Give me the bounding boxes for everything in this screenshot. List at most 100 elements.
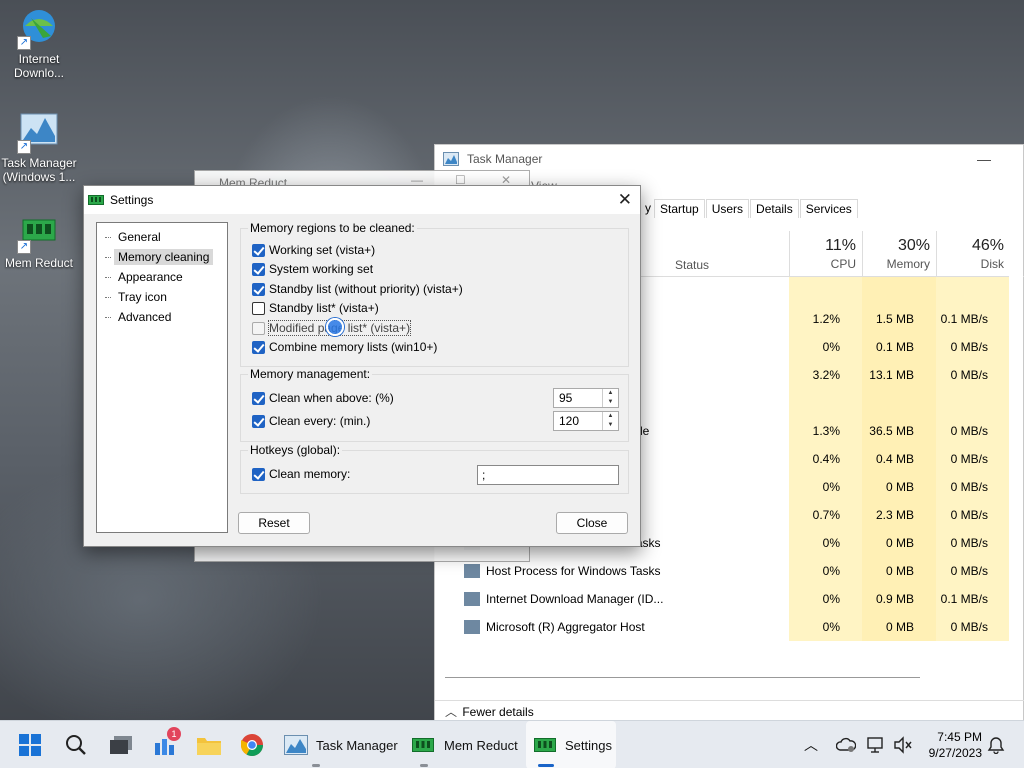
horizontal-scrollbar[interactable] <box>445 677 920 678</box>
settings-nav: General Memory cleaning Appearance Tray … <box>96 222 228 533</box>
cpu-cell: 0% <box>789 529 862 557</box>
disk-cell <box>936 389 1010 417</box>
checkbox[interactable] <box>252 391 265 405</box>
taskbar-mem-reduct[interactable]: Mem Reduct <box>412 721 526 768</box>
close-button[interactable]: ✕ <box>618 190 632 210</box>
checkbox-working-set[interactable]: Working set (vista+) <box>252 242 375 258</box>
checkbox-clean-when-above[interactable]: Clean when above: (%) <box>252 390 394 406</box>
internet-download-manager-icon: ↗ <box>17 6 61 50</box>
search-icon <box>66 735 86 755</box>
clean-above-stepper[interactable]: 95 ▲ ▼ <box>553 388 619 408</box>
task-manager-titlebar[interactable]: Task Manager <box>435 145 1023 173</box>
memory-cell: 0 MB <box>862 613 936 641</box>
running-indicator <box>312 764 320 767</box>
checkbox-combine-memory-lists[interactable]: Combine memory lists (win10+) <box>252 339 437 355</box>
show-hidden-icons-button[interactable]: ︿ <box>804 721 818 768</box>
checkbox[interactable] <box>252 414 265 428</box>
memory-cell: 2.3 MB <box>862 501 936 529</box>
nav-item-appearance[interactable]: Appearance <box>97 267 227 287</box>
clock-date: 9/27/2023 <box>928 746 982 760</box>
close-dialog-button[interactable]: Close <box>556 512 628 534</box>
taskbar-settings[interactable]: Settings <box>526 721 616 768</box>
column-disk-header[interactable]: 46% Disk <box>936 231 1010 277</box>
minimize-button[interactable]: — <box>977 151 991 167</box>
memory-cell: 0.1 MB <box>862 333 936 361</box>
table-row[interactable]: Internet Download Manager (ID... 0% 0.9 MB… <box>435 585 1024 613</box>
vertical-scrollbar[interactable] <box>1009 231 1023 677</box>
desktop-icon-task-manager[interactable]: ↗ Task Manager (Windows 1... <box>0 110 78 184</box>
desktop-icon-internet-download-manager[interactable]: ↗ Internet Downlo... <box>0 6 78 80</box>
nav-item-advanced[interactable]: Advanced <box>97 307 227 327</box>
taskbar-task-manager[interactable]: Task Manager <box>284 721 406 768</box>
cpu-cell: 0% <box>789 585 862 613</box>
hotkeys-group: Hotkeys (global): Clean memory: ; <box>240 443 629 494</box>
nav-item-general[interactable]: General <box>97 227 227 247</box>
onedrive-tray[interactable] <box>836 721 856 768</box>
cpu-cell: 0% <box>789 473 862 501</box>
checkbox-standby-list[interactable]: Standby list* (vista+) <box>252 300 379 316</box>
task-manager-title: Task Manager <box>467 152 543 166</box>
disk-cell: 0 MB/s <box>936 613 1010 641</box>
cpu-cell: 0.4% <box>789 445 862 473</box>
settings-dialog: Settings ✕ General Memory cleaning Appea… <box>83 185 641 547</box>
hotkey-input[interactable]: ; <box>477 465 619 485</box>
tab-details[interactable]: Details <box>750 199 799 218</box>
tab-services[interactable]: Services <box>799 199 858 218</box>
checkbox-label: System working set <box>269 262 374 276</box>
memory-label: Memory <box>886 257 930 271</box>
cpu-cell <box>789 389 862 417</box>
column-status-header[interactable]: Status <box>675 258 709 272</box>
checkbox[interactable] <box>252 282 265 296</box>
reset-button[interactable]: Reset <box>238 512 310 534</box>
tab-users[interactable]: Users <box>705 199 750 218</box>
checkbox[interactable] <box>252 340 265 354</box>
desktop-icon-label: Mem Reduct <box>4 256 74 270</box>
memory-cell <box>862 277 936 305</box>
spin-down-icon[interactable]: ▼ <box>603 421 618 430</box>
checkbox-clean-memory-hotkey[interactable]: Clean memory: <box>252 466 350 482</box>
disk-cell: 0 MB/s <box>936 529 1010 557</box>
checkbox[interactable] <box>252 243 265 257</box>
spin-up-icon[interactable]: ▲ <box>603 389 618 398</box>
column-cpu-header[interactable]: 11% CPU <box>789 231 862 277</box>
tab-startup[interactable]: Startup <box>654 199 705 218</box>
task-manager-icon <box>443 152 459 166</box>
tab-partial[interactable]: y <box>640 199 653 218</box>
column-memory-header[interactable]: 30% Memory <box>862 231 936 277</box>
volume-tray[interactable] <box>893 721 913 768</box>
disk-cell: 0 MB/s <box>936 445 1010 473</box>
cpu-cell: 3.2% <box>789 361 862 389</box>
memory-management-group: Memory management: Clean when above: (%)… <box>240 367 629 442</box>
memory-cell: 0.4 MB <box>862 445 936 473</box>
checkbox[interactable] <box>252 467 265 481</box>
spin-up-icon[interactable]: ▲ <box>603 412 618 421</box>
checkbox[interactable] <box>252 262 265 276</box>
process-icon <box>464 620 480 634</box>
nav-item-memory-cleaning[interactable]: Memory cleaning <box>97 247 227 267</box>
checkbox[interactable] <box>252 321 265 335</box>
task-view-button[interactable] <box>108 721 134 768</box>
checkbox-standby-list-no-priority[interactable]: Standby list (without priority) (vista+) <box>252 281 463 297</box>
memory-total: 30% <box>897 237 930 254</box>
mem-reduct-icon <box>412 738 434 752</box>
network-tray[interactable] <box>866 721 886 768</box>
spin-down-icon[interactable]: ▼ <box>603 398 618 407</box>
notifications-button[interactable] <box>987 721 1005 768</box>
memory-cell: 13.1 MB <box>862 361 936 389</box>
clean-every-stepper[interactable]: 120 ▲ ▼ <box>553 411 619 431</box>
nav-item-tray-icon[interactable]: Tray icon <box>97 287 227 307</box>
start-button[interactable] <box>18 721 42 768</box>
clean-above-value: 95 <box>559 391 573 405</box>
nav-item-label: Advanced <box>118 310 172 324</box>
file-explorer-button[interactable] <box>196 721 222 768</box>
settings-titlebar[interactable]: Settings <box>84 186 640 214</box>
chrome-button[interactable] <box>240 721 264 768</box>
nav-item-label: Tray icon <box>118 290 167 304</box>
search-button[interactable] <box>64 721 88 768</box>
checkbox-clean-every[interactable]: Clean every: (min.) <box>252 413 370 429</box>
checkbox-system-working-set[interactable]: System working set <box>252 261 373 277</box>
table-row[interactable]: Microsoft (R) Aggregator Host 0% 0 MB 0 MB/… <box>435 613 1024 641</box>
taskbar-clock[interactable]: 7:45 PM 9/27/2023 <box>929 729 982 761</box>
desktop-icon-mem-reduct[interactable]: ↗ Mem Reduct <box>0 210 78 270</box>
checkbox[interactable] <box>252 301 265 315</box>
